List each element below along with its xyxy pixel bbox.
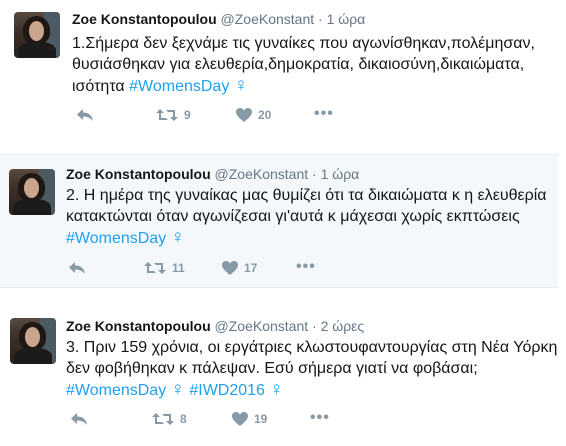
retweet-button[interactable]: 11 (144, 261, 185, 275)
retweet-count: 8 (180, 412, 187, 426)
tweet-2[interactable]: Zoe Konstantopoulou @ZoeKonstant · 1 ώρα… (0, 154, 558, 288)
retweet-icon (152, 413, 174, 425)
avatar[interactable] (10, 318, 56, 364)
author-handle[interactable]: @ZoeKonstant (221, 11, 315, 27)
retweet-button[interactable]: 8 (152, 412, 187, 426)
hashtag-link[interactable]: #IWD2016 (189, 382, 265, 399)
like-count: 20 (258, 108, 272, 122)
like-count: 19 (254, 412, 268, 426)
hashtag-link[interactable]: #WomensDay (66, 230, 166, 247)
reply-button[interactable] (76, 108, 94, 122)
author-handle[interactable]: @ZoeKonstant (215, 318, 309, 334)
tweet-line: #WomensDay ♀ #IWD2016 ♀ (66, 379, 560, 401)
tweet-header: Zoe Konstantopoulou @ZoeKonstant · 2 ώρε… (66, 318, 364, 334)
hashtag-link[interactable]: #WomensDay (129, 78, 229, 95)
venus-symbol: ♀ (233, 75, 249, 96)
tweet-1[interactable]: Zoe Konstantopoulou @ZoeKonstant · 1 ώρα… (6, 0, 554, 138)
author-name[interactable]: Zoe Konstantopoulou (66, 166, 211, 182)
more-icon[interactable]: ••• (310, 409, 330, 427)
tweet-actions: 11 17 ••• (66, 258, 366, 281)
like-count: 17 (244, 261, 258, 275)
venus-symbol: ♀ (170, 227, 185, 248)
retweet-count: 11 (172, 261, 185, 275)
tweet-3[interactable]: Zoe Konstantopoulou @ZoeKonstant · 2 ώρε… (6, 304, 560, 446)
tweet-text: 2. Η ημέρα της γυναίκας μας θυμίζει ότι … (66, 185, 554, 249)
reply-button[interactable] (70, 412, 88, 426)
venus-symbol: ♀ (269, 379, 284, 400)
tweet-line: 3. Πριν 159 χρόνια, οι εργάτριες κλωστου… (66, 339, 558, 356)
avatar[interactable] (14, 12, 60, 58)
tweet-line: δεν φοβήθηκαν κ πάλεψαν. Εσύ σήμερα γιατ… (66, 360, 478, 377)
tweet-header: Zoe Konstantopoulou @ZoeKonstant · 1 ώρα (66, 166, 359, 182)
separator: · (312, 318, 317, 334)
tweet-actions: 8 19 ••• (66, 409, 366, 432)
tweet-line-text: ισότητα (72, 78, 125, 95)
reply-button[interactable] (68, 261, 86, 275)
heart-icon (222, 261, 238, 275)
author-name[interactable]: Zoe Konstantopoulou (66, 318, 211, 334)
tweet-actions: 9 20 ••• (72, 105, 372, 128)
like-button[interactable]: 19 (232, 412, 267, 426)
separator: · (312, 166, 317, 182)
heart-icon (232, 412, 248, 426)
author-name[interactable]: Zoe Konstantopoulou (72, 11, 217, 27)
tweet-line: 1.Σήμερα δεν ξεχνάμε τις γυναίκες που αγ… (72, 35, 535, 52)
timestamp[interactable]: 2 ώρες (321, 318, 365, 334)
timestamp[interactable]: 1 ώρα (321, 166, 360, 182)
separator: · (318, 11, 323, 27)
retweet-count: 9 (184, 108, 191, 122)
hashtag-link[interactable]: #WomensDay (66, 382, 166, 399)
tweet-line: 2. Η ημέρα της γυναίκας μας θυμίζει ότι … (66, 187, 547, 204)
reply-icon (77, 109, 93, 121)
more-icon[interactable]: ••• (296, 258, 316, 276)
tweet-text: 1.Σήμερα δεν ξεχνάμε τις γυναίκες που αγ… (72, 33, 552, 97)
heart-icon (236, 108, 252, 122)
retweet-icon (144, 262, 166, 274)
tweet-header: Zoe Konstantopoulou @ZoeKonstant · 1 ώρα (72, 11, 365, 27)
reply-icon (71, 413, 87, 425)
more-icon[interactable]: ••• (314, 105, 334, 123)
retweet-button[interactable]: 9 (156, 108, 191, 122)
tweet-line: ισότητα #WomensDay ♀ (72, 75, 552, 97)
reply-icon (69, 262, 85, 274)
retweet-icon (156, 109, 178, 121)
like-button[interactable]: 20 (236, 108, 271, 122)
venus-symbol: ♀ (170, 379, 185, 400)
author-handle[interactable]: @ZoeKonstant (215, 166, 309, 182)
like-button[interactable]: 17 (222, 261, 257, 275)
timestamp[interactable]: 1 ώρα (327, 11, 366, 27)
tweet-text: 3. Πριν 159 χρόνια, οι εργάτριες κλωστου… (66, 337, 560, 401)
avatar[interactable] (9, 169, 55, 215)
tweet-line: θυσιάσθηκαν για ελευθερία,δημοκρατία, δι… (72, 56, 525, 73)
tweet-line: κατακτώνται όταν αγωνίζεσαι γι'αυτά κ μά… (66, 208, 520, 225)
tweet-line: #WomensDay ♀ (66, 227, 554, 249)
